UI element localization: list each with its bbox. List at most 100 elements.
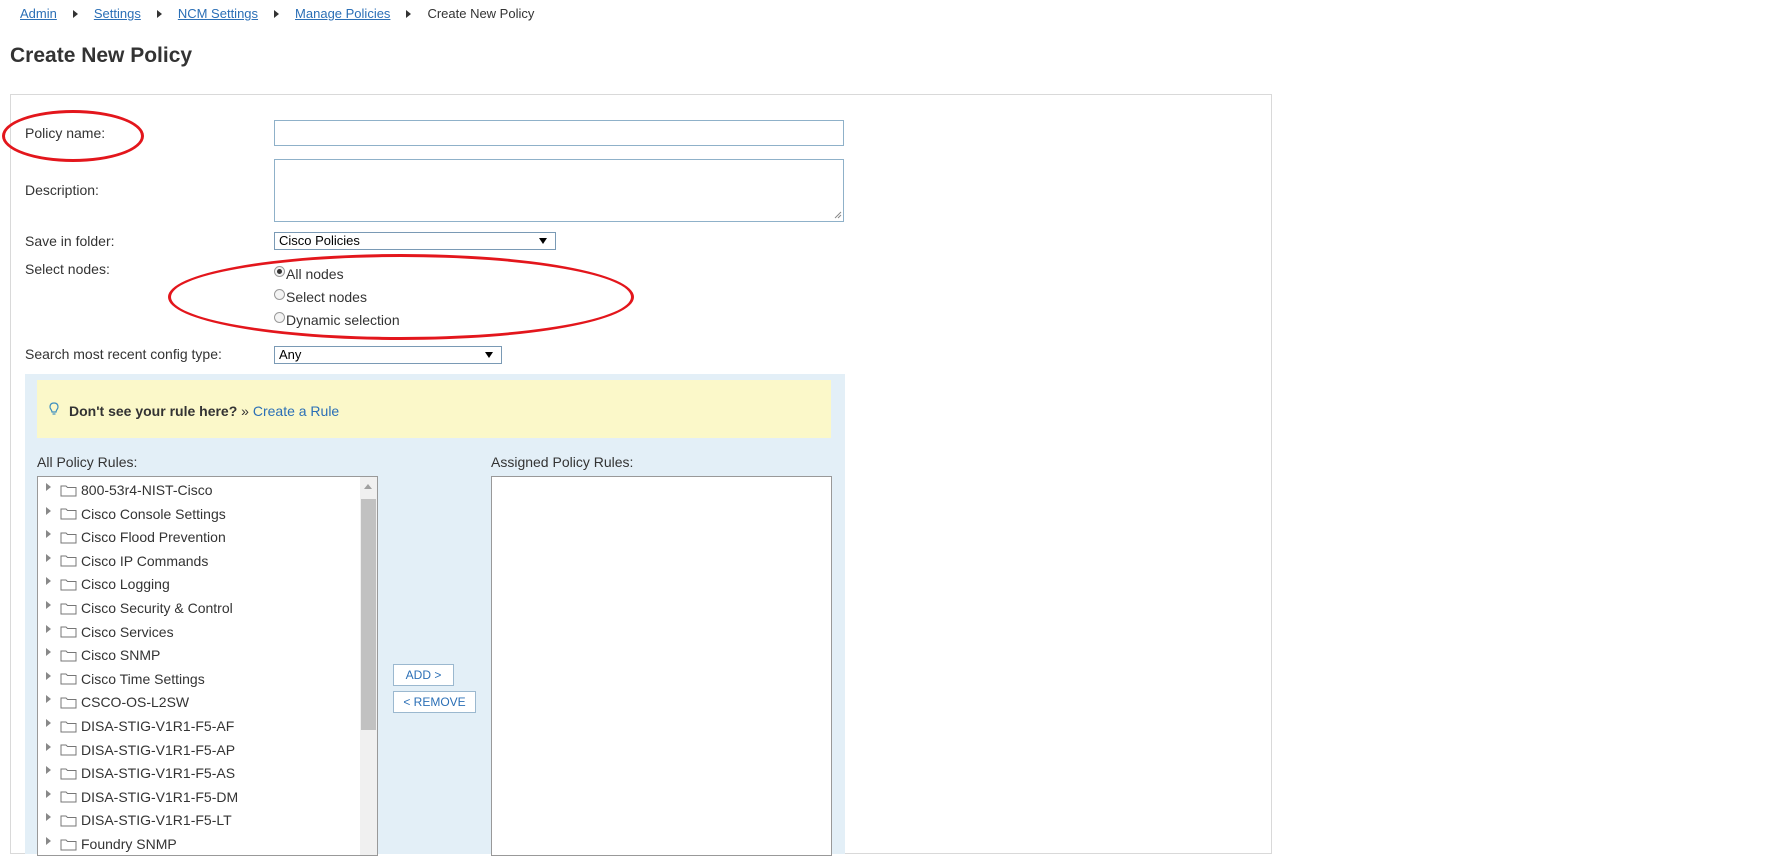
expand-triangle-icon[interactable] — [46, 837, 51, 845]
scroll-up-arrow-icon[interactable] — [364, 484, 372, 489]
radio-button-checked[interactable] — [274, 265, 285, 277]
breadcrumb: Admin Settings NCM Settings Manage Polic… — [20, 6, 534, 21]
save-folder-value: Cisco Policies — [279, 233, 360, 248]
radio-button[interactable] — [274, 288, 285, 300]
resize-grip-icon[interactable] — [834, 211, 842, 219]
tree-item-label: DISA-STIG-V1R1-F5-DM — [81, 788, 239, 805]
tree-item-label: Cisco Console Settings — [81, 505, 226, 522]
expand-triangle-icon[interactable] — [46, 695, 51, 704]
folder-icon — [60, 650, 77, 662]
folder-icon — [60, 791, 77, 803]
radio-dynamic-selection[interactable]: Dynamic selection — [274, 311, 400, 328]
breadcrumb-settings[interactable]: Settings — [94, 6, 141, 21]
expand-triangle-icon[interactable] — [46, 577, 51, 586]
tree-item[interactable]: CSCO-OS-L2SW — [46, 691, 189, 713]
description-label: Description: — [25, 182, 99, 198]
tree-item[interactable]: DISA-STIG-V1R1-F5-AF — [46, 715, 234, 737]
config-type-select[interactable]: Any — [274, 346, 502, 364]
tree-item[interactable]: Foundry SNMP — [46, 833, 177, 855]
breadcrumb-manage-policies[interactable]: Manage Policies — [295, 6, 390, 21]
expand-triangle-icon[interactable] — [46, 648, 51, 657]
breadcrumb-ncm-settings[interactable]: NCM Settings — [178, 6, 258, 21]
radio-all-nodes[interactable]: All nodes — [274, 265, 344, 282]
expand-triangle-icon[interactable] — [46, 813, 51, 822]
chevron-down-icon — [485, 352, 493, 358]
tree-item-label: DISA-STIG-V1R1-F5-AS — [81, 765, 236, 782]
policy-name-input[interactable] — [274, 120, 844, 146]
tree-item-label: Cisco Flood Prevention — [81, 529, 226, 546]
radio-button[interactable] — [274, 311, 285, 323]
expand-triangle-icon[interactable] — [46, 789, 51, 798]
expand-triangle-icon[interactable] — [46, 719, 51, 727]
tree-item-label: Foundry SNMP — [81, 836, 177, 852]
assigned-policy-rules-label: Assigned Policy Rules: — [491, 454, 634, 470]
tree-item-label: DISA-STIG-V1R1-F5-AF — [81, 718, 235, 734]
remove-button[interactable]: < REMOVE — [393, 691, 476, 713]
tree-item[interactable]: DISA-STIG-V1R1-F5-DM — [46, 786, 238, 808]
folder-icon — [60, 697, 77, 709]
tree-item[interactable]: Cisco Flood Prevention — [46, 526, 226, 548]
tree-item[interactable]: DISA-STIG-V1R1-F5-AS — [46, 762, 235, 784]
tree-item-label: Cisco Services — [81, 623, 174, 640]
tree-item[interactable]: Cisco IP Commands — [46, 550, 208, 572]
tree-item[interactable]: DISA-STIG-V1R1-F5-LT — [46, 809, 232, 831]
save-folder-select[interactable]: Cisco Policies — [274, 232, 556, 250]
tree-item[interactable]: Cisco Security & Control — [46, 597, 233, 619]
tree-item[interactable]: 800-53r4-NIST-Cisco — [46, 479, 213, 501]
breadcrumb-current: Create New Policy — [427, 6, 535, 21]
expand-triangle-icon[interactable] — [46, 506, 51, 515]
tree-item-label: CSCO-OS-L2SW — [81, 694, 190, 711]
radio-select-nodes[interactable]: Select nodes — [274, 288, 367, 305]
tree-item[interactable]: Cisco SNMP — [46, 644, 160, 666]
expand-triangle-icon[interactable] — [46, 671, 51, 680]
radio-dynamic-selection-label: Dynamic selection — [286, 312, 400, 328]
folder-icon — [60, 815, 77, 827]
expand-triangle-icon[interactable] — [46, 766, 51, 775]
folder-icon — [60, 768, 77, 780]
radio-all-nodes-label: All nodes — [286, 266, 344, 282]
lightbulb-icon — [49, 402, 59, 415]
add-button[interactable]: ADD > — [393, 664, 454, 686]
expand-triangle-icon[interactable] — [46, 601, 51, 609]
tree-scrollbar[interactable] — [360, 477, 377, 855]
expand-triangle-icon[interactable] — [46, 553, 51, 562]
tree-item-label: Cisco SNMP — [81, 647, 161, 664]
folder-icon — [60, 721, 77, 732]
folder-icon — [60, 839, 77, 850]
config-type-value: Any — [279, 347, 302, 362]
breadcrumb-admin[interactable]: Admin — [20, 6, 57, 21]
create-rule-link[interactable]: Create a Rule — [253, 403, 339, 419]
tip-prefix: » — [237, 403, 253, 419]
description-textarea[interactable] — [274, 159, 844, 222]
chevron-down-icon — [539, 238, 547, 244]
tip-bold-text: Don't see your rule here? — [69, 403, 238, 419]
tree-item-label: Cisco IP Commands — [81, 552, 209, 569]
breadcrumb-separator-icon — [274, 9, 280, 18]
tree-item[interactable]: DISA-STIG-V1R1-F5-AP — [46, 739, 235, 761]
all-policy-rules-tree[interactable]: 800-53r4-NIST-Cisco Cisco Console Setting… — [37, 476, 378, 856]
tree-item-label: DISA-STIG-V1R1-F5-LT — [81, 812, 232, 829]
expand-triangle-icon[interactable] — [46, 742, 51, 751]
breadcrumb-separator-icon — [72, 9, 78, 18]
page-title: Create New Policy — [10, 44, 193, 67]
scroll-thumb[interactable] — [361, 499, 376, 730]
expand-triangle-icon[interactable] — [46, 624, 51, 633]
folder-icon — [60, 673, 77, 685]
folder-icon — [60, 532, 77, 544]
folder-icon — [60, 579, 77, 591]
tree-item[interactable]: Cisco Time Settings — [46, 668, 205, 690]
tree-item-label: 800-53r4-NIST-Cisco — [81, 482, 213, 498]
tree-item[interactable]: Cisco Services — [46, 621, 174, 643]
expand-triangle-icon[interactable] — [46, 530, 51, 539]
tree-item-label: Cisco Logging — [81, 576, 170, 593]
assigned-policy-rules-list[interactable] — [491, 476, 832, 856]
tree-item-label: Cisco Security & Control — [81, 600, 233, 616]
tree-item[interactable]: Cisco Logging — [46, 573, 170, 595]
tip-text: Don't see your rule here? » Create a Rul… — [69, 403, 339, 419]
tree-item-label: DISA-STIG-V1R1-F5-AP — [81, 741, 236, 758]
tree-item[interactable]: Cisco Console Settings — [46, 503, 226, 525]
expand-triangle-icon[interactable] — [46, 483, 51, 491]
breadcrumb-separator-icon — [406, 9, 412, 18]
radio-select-nodes-label: Select nodes — [286, 289, 367, 305]
folder-icon — [60, 744, 77, 756]
